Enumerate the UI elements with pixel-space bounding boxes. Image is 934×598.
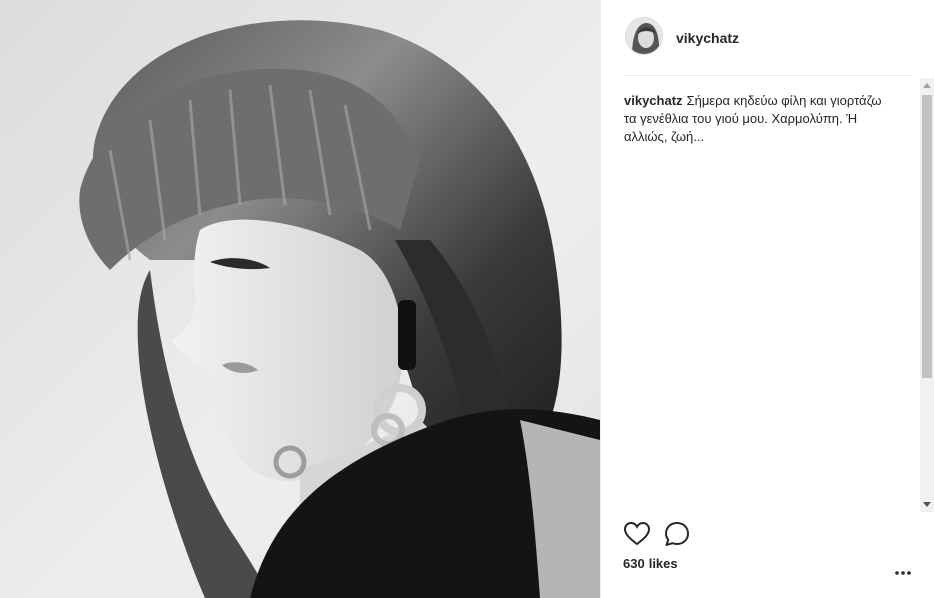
speech-bubble-icon[interactable] (663, 520, 691, 548)
likes-number: 630 (623, 556, 645, 571)
post-username[interactable]: vikychatz (676, 30, 739, 46)
likes-label: likes (648, 556, 678, 571)
post-photo[interactable] (0, 0, 600, 598)
heart-outline-icon[interactable] (623, 520, 651, 548)
post-caption: vikychatz Σήμερα κηδεύω φίλη και γιορτάζω… (624, 92, 894, 146)
ellipsis-icon[interactable] (892, 566, 914, 578)
scroll-up-arrow-icon[interactable] (923, 83, 931, 88)
post-sidebar: vikychatz vikychatz Σήμερα κηδεύω φίλη κα… (600, 0, 934, 598)
post-header: vikychatz (624, 16, 912, 76)
scroll-down-arrow-icon[interactable] (923, 502, 931, 507)
caption-username[interactable]: vikychatz (624, 93, 683, 108)
comments-scrollbar[interactable] (920, 78, 934, 512)
avatar[interactable] (625, 17, 663, 55)
scrollbar-thumb[interactable] (922, 95, 932, 378)
likes-count[interactable]: 630 likes (623, 556, 678, 571)
